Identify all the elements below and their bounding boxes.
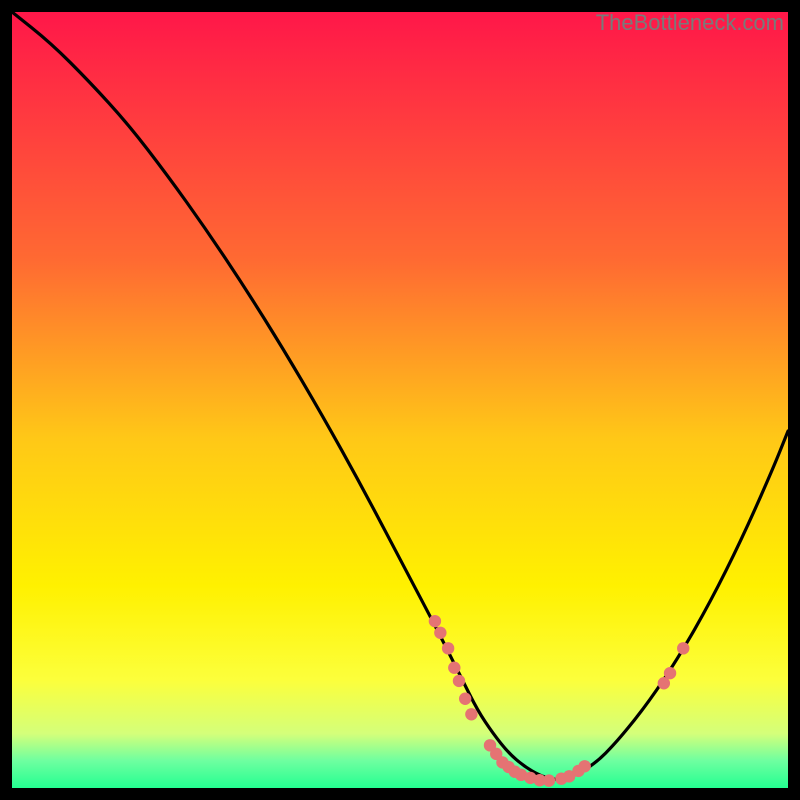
- data-dot: [429, 615, 441, 627]
- watermark-text: TheBottleneck.com: [596, 10, 784, 36]
- data-dot: [465, 708, 477, 720]
- data-dot: [448, 662, 460, 674]
- data-dot: [434, 627, 446, 639]
- data-dot: [578, 760, 590, 772]
- data-dot: [459, 693, 471, 705]
- data-dot: [543, 774, 555, 786]
- chart-container: [12, 12, 788, 788]
- data-dot: [453, 675, 465, 687]
- curve-layer: [12, 12, 788, 788]
- bottleneck-curve: [12, 12, 788, 779]
- data-dot: [442, 642, 454, 654]
- data-dot: [677, 642, 689, 654]
- data-dot: [664, 667, 676, 679]
